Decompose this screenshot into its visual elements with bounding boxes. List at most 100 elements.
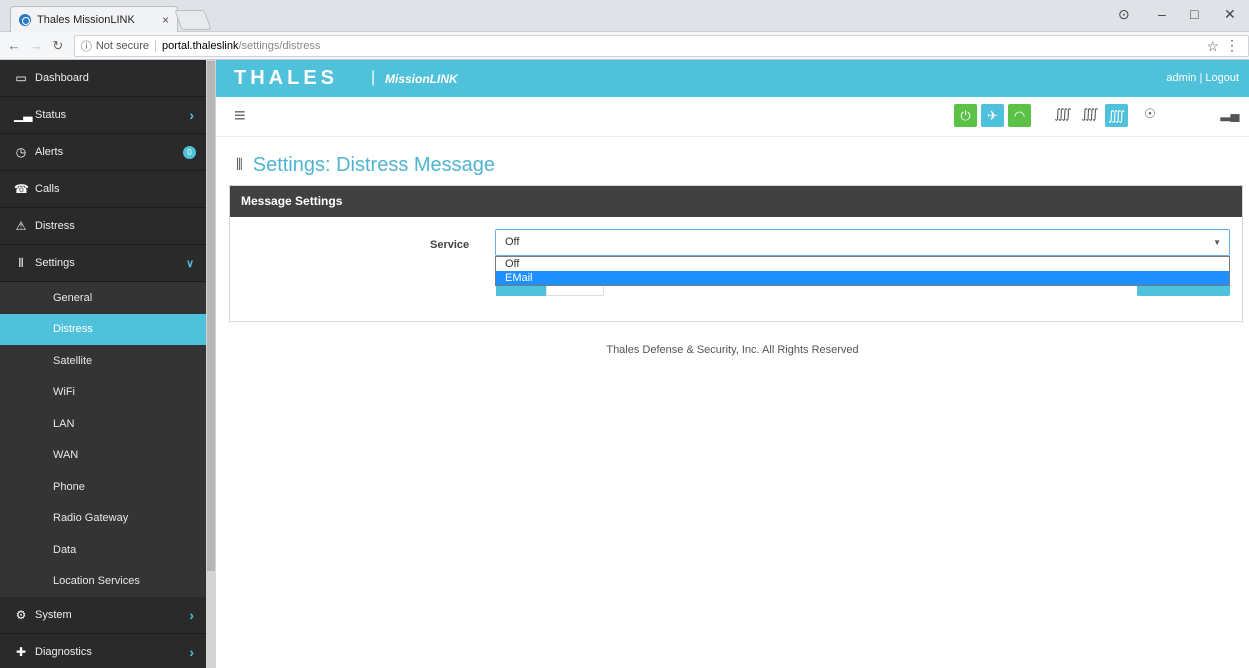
bookmark-star-icon[interactable]: ☆ [1206,38,1219,55]
tab-close-button[interactable]: × [162,13,169,27]
sidebar-subitem-label: Distress [53,323,93,336]
monitor-icon: ▭ [15,71,27,85]
sidebar-subitem-data[interactable]: Data [0,534,206,566]
url-path: /settings/distress [238,39,321,52]
chevron-down-icon: ▼ [1213,238,1221,247]
partially-hidden-button[interactable] [496,285,546,296]
minimize-button[interactable]: – [1158,6,1166,22]
signal-strength-icon[interactable]: ▂▄ [1220,106,1240,122]
sidebar-item-label: Diagnostics [35,646,92,658]
maximize-button[interactable]: □ [1190,6,1198,22]
top-toolbar: ≡ ⏻ ✈ ◠ ⨌ ⨌ ⨌ ☉ ▂▄ [216,97,1249,137]
hamburger-menu-icon[interactable]: ≡ [234,105,246,128]
chevron-right-icon: › [189,644,194,660]
satellite-icon[interactable]: ✈ [981,104,1004,127]
browser-tab-bar: Thales MissionLINK × ⊙ – □ ✕ [0,0,1249,32]
info-icon[interactable]: ⓘ [81,38,92,54]
power-icon[interactable]: ⏻ [954,104,977,127]
sidebar-subitem-label: Phone [53,480,85,493]
medkit-icon: ✚ [15,645,27,659]
sidebar-item-label: Dashboard [35,72,89,84]
sidebar-item-label: System [35,609,72,621]
sidebar-item-label: Settings [35,257,75,269]
panel-header: Message Settings [230,186,1242,217]
sidebar-item-diagnostics[interactable]: ✚ Diagnostics › [0,634,206,668]
service-dropdown-list: Off EMail [495,256,1230,286]
network-wan-icon[interactable]: ⨌ [1080,106,1100,122]
sidebar-item-dashboard[interactable]: ▭ Dashboard [0,60,206,97]
brand-separator: | [371,69,376,86]
menu-kebab-icon[interactable]: ⋮ [1225,37,1239,54]
message-settings-panel: Message Settings Service Off ▼ Off EMail [229,185,1243,322]
page-title: ⫴ Settings: Distress Message [236,154,495,177]
sidebar-item-label: Calls [35,183,60,195]
service-select-value: Off [505,236,520,248]
footer-copyright: Thales Defense & Security, Inc. All Righ… [606,344,859,356]
sidebar-subitem-label: Satellite [53,354,93,367]
url-field[interactable]: ⓘ Not secure portal.thaleslink /settings… [73,34,1249,57]
sidebar-subitem-radio-gateway[interactable]: Radio Gateway [0,502,206,534]
page-title-text: Settings: Distress Message [252,154,496,176]
sidebar-scroll-thumb[interactable] [207,61,215,571]
bar-chart-icon: ▁▃ [14,108,33,122]
sidebar-subitem-wan[interactable]: WAN [0,439,206,471]
alerts-count-badge: 0 [183,146,196,159]
close-window-button[interactable]: ✕ [1224,6,1236,23]
sidebar-item-label: Status [35,109,67,121]
chevron-down-icon: ∨ [185,257,194,270]
sidebar-item-settings[interactable]: ⫴ Settings ∨ [0,245,206,282]
sliders-icon: ⫴ [236,156,243,174]
network-active-icon[interactable]: ⨌ [1105,104,1128,127]
user-logout-link[interactable]: admin | Logout [1166,72,1239,84]
sidebar-item-system[interactable]: ⚙ System › [0,597,206,634]
sidebar-subitem-label: LAN [53,417,75,430]
globe-icon [19,13,31,26]
warning-icon: ⚠ [15,219,27,233]
sidebar-subitem-wifi[interactable]: WiFi [0,376,206,408]
sidebar-subitem-general[interactable]: General [0,282,206,314]
chevron-right-icon: › [189,607,194,623]
not-secure-label: Not secure [96,39,157,52]
sidebar-subitem-phone[interactable]: Phone [0,471,206,503]
brand-logo: THALES [234,67,338,89]
save-button[interactable] [1137,285,1230,296]
sidebar-item-label: Distress [35,220,75,232]
gear-icon: ⚙ [15,608,27,622]
sidebar-subitem-label: WiFi [53,386,75,399]
sidebar-subitem-label: WAN [53,449,79,462]
sidebar: ▭ Dashboard ▁▃ Status › ◷ Alerts 0 ☎ Cal… [0,60,206,668]
sidebar-subitem-label: Data [53,543,77,556]
sidebar-subitem-label: Radio Gateway [53,512,129,525]
sidebar-subitem-lan[interactable]: LAN [0,408,206,440]
phone-icon: ☎ [14,182,29,196]
address-bar: ← → ↻ ⓘ Not secure portal.thaleslink /se… [0,32,1249,60]
new-tab-button[interactable] [174,10,212,30]
service-option-off[interactable]: Off [496,257,1229,271]
browser-tab[interactable]: Thales MissionLINK × [10,6,178,32]
sidebar-item-calls[interactable]: ☎ Calls [0,171,206,208]
back-icon[interactable]: ← [6,38,22,53]
wifi-icon[interactable]: ◠ [1008,104,1031,127]
sidebar-item-status[interactable]: ▁▃ Status › [0,97,206,134]
forward-icon[interactable]: → [28,38,44,53]
url-host: portal.thaleslink [162,39,239,52]
service-label: Service [430,239,470,251]
partially-hidden-input[interactable] [546,285,604,296]
reload-icon[interactable]: ↻ [50,38,66,54]
sidebar-subitem-distress[interactable]: Distress [0,313,206,345]
network-lan-icon[interactable]: ⨌ [1053,106,1073,122]
service-select[interactable]: Off ▼ [495,229,1230,256]
sidebar-subitem-label: General [53,291,93,304]
product-name: MissionLINK [385,72,458,86]
sidebar-subitem-label: Location Services [53,575,140,588]
sidebar-item-alerts[interactable]: ◷ Alerts 0 [0,134,206,171]
profile-icon[interactable]: ⊙ [1118,6,1130,23]
sidebar-item-distress[interactable]: ⚠ Distress [0,208,206,245]
service-option-email[interactable]: EMail [496,271,1229,285]
chevron-right-icon: › [189,107,194,123]
sidebar-subitem-location-services[interactable]: Location Services [0,565,206,597]
gps-icon[interactable]: ☉ [1140,106,1160,122]
sliders-icon: ⫴ [18,255,24,270]
tab-title: Thales MissionLINK [37,13,135,26]
sidebar-subitem-satellite[interactable]: Satellite [0,345,206,377]
